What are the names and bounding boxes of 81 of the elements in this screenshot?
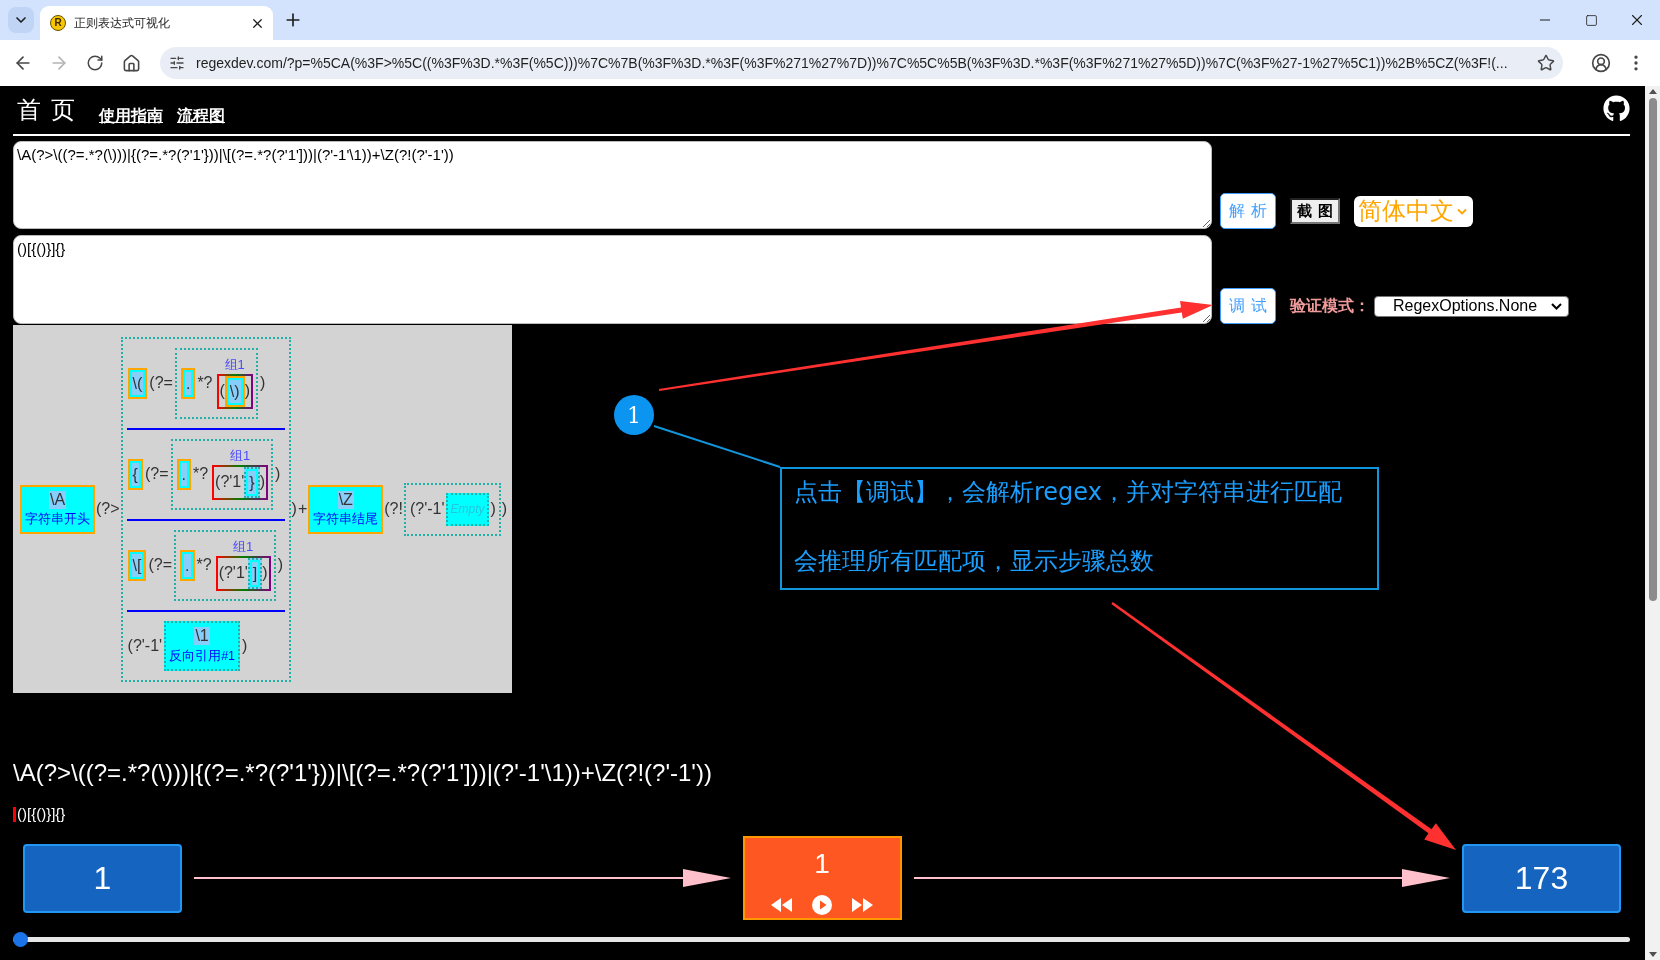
chevron-down-icon: [1457, 207, 1467, 215]
char-node: }: [244, 466, 260, 498]
regex-token: ): [501, 499, 508, 519]
regex-token: *?: [192, 464, 209, 484]
regex-token: (?=: [149, 373, 173, 393]
char-node: {: [127, 458, 143, 490]
regex-token: ): [259, 373, 266, 393]
tab-title: 正则表达式可视化: [74, 14, 170, 32]
regex-token: +: [297, 499, 308, 519]
pattern-text: \A(?>\((?=.*?(\)))|{(?=.*?(?'1'}))|\[(?=.*?(?'1']))|(?'-1'\1))+\Z(?!(?'-1')): [13, 758, 713, 788]
github-icon[interactable]: [1603, 95, 1630, 122]
scrollbar-thumb[interactable]: [1648, 98, 1657, 601]
cursor-icon: [13, 806, 16, 822]
regex-token: (?=: [144, 464, 169, 484]
regex-token: ): [259, 472, 265, 492]
regex-token: (?>: [96, 499, 120, 519]
test-string-input-field[interactable]: ()[{()}]{}: [13, 235, 1212, 324]
url-text: regexdev.com/?p=%5CA(%3F>%5C((%3F%3D.*%3F(%5C)))%7C%7B(%3F%3D.*%3F(%3F%271%27%7D))%7C%5C%5B(%3F%3D.*%3F(%3F%271%27%5D))%7C(%3F%27-1%27%5C1))%2B%5CZ(%3F!(...: [196, 55, 1508, 71]
mode-label: 验证模式：: [1290, 295, 1370, 316]
first-step-counter[interactable]: 1: [23, 843, 182, 913]
total-steps-counter[interactable]: 173: [1462, 843, 1621, 913]
char-node: \[: [127, 549, 147, 581]
regex-input-field[interactable]: \A(?>\((?=.*?(\)))|{(?=.*?(?'1'}))|\[(?=.*?(?'1']))|(?'-1'\1))+\Z(?!(?'-1')): [13, 141, 1212, 229]
backreference-caption: 反向引用#1: [169, 648, 236, 664]
regex-token: (?!: [384, 499, 403, 519]
char-node: .: [176, 458, 191, 490]
screenshot-button[interactable]: 截 图: [1290, 198, 1340, 224]
regex-token: (?'-1': [409, 499, 445, 519]
address-bar[interactable]: regexdev.com/?p=%5CA(%3F>%5C((%3F%3D.*%3F(%5C)))%7C%7B(%3F%3D.*%3F(%3F%271%27%7D))%7C%5C%5B(%3F%3D.*%3F(%3F%271%27%5D))%7C(%3F%27-1%27%5C1))%2B%5CZ(%3F!(...: [160, 47, 1563, 79]
regex-token: *?: [196, 555, 212, 575]
regex-token: (?'1': [218, 563, 248, 583]
browser-tab[interactable]: R 正则表达式可视化: [40, 6, 273, 40]
regex-token: ): [242, 635, 248, 656]
regex-token: (?'-1': [127, 635, 163, 656]
group-label: 组1: [229, 448, 251, 463]
play-icon[interactable]: [812, 895, 832, 915]
site-favicon: R: [50, 15, 66, 31]
regex-token: ): [244, 381, 250, 401]
regex-token: (: [219, 381, 225, 401]
callout-text: 会推理所有匹配项，显示步骤总数: [794, 546, 1154, 577]
chevron-down-icon: [1551, 302, 1562, 310]
slider-thumb[interactable]: [13, 932, 28, 947]
backreference-symbol: \1: [194, 626, 210, 645]
anchor-caption: 字符串结尾: [313, 512, 379, 527]
down-triangle-icon[interactable]: [1648, 952, 1657, 957]
regex-token: ): [277, 555, 283, 575]
char-node: \(: [127, 367, 148, 399]
home-icon[interactable]: [121, 53, 141, 73]
anchor-symbol: \Z: [337, 491, 354, 509]
char-node: .: [180, 367, 196, 399]
char-node: .: [180, 549, 195, 581]
regex-token: ): [275, 464, 281, 484]
char-node: ]: [247, 557, 263, 589]
reload-icon[interactable]: [86, 54, 104, 72]
callout-text: 点击【调试】，会解析regex，并对字符串进行匹配: [794, 477, 1342, 508]
fast-forward-icon[interactable]: [852, 898, 873, 912]
group-label: 组1: [233, 539, 254, 554]
regex-token: ): [490, 499, 496, 519]
anchor-caption: 字符串开头: [25, 512, 90, 527]
site-title[interactable]: 首页: [17, 94, 85, 126]
vertical-scrollbar[interactable]: [1645, 86, 1660, 960]
tab-search-button[interactable]: [8, 7, 34, 33]
anchor-symbol: \A: [48, 491, 67, 509]
regex-token: (?'1': [215, 472, 245, 492]
star-icon[interactable]: [1537, 54, 1555, 72]
regex-token: *?: [197, 373, 213, 393]
nav-link[interactable]: 流程图: [177, 106, 225, 126]
rewind-icon[interactable]: [771, 898, 792, 912]
current-step-number: 1: [814, 848, 830, 880]
site-settings-icon[interactable]: [169, 55, 185, 71]
maximize-icon[interactable]: [1584, 13, 1598, 27]
char-node: \): [224, 375, 245, 407]
nav-link[interactable]: 使用指南: [99, 106, 163, 126]
profile-icon[interactable]: [1591, 53, 1611, 73]
regex-token: ): [262, 563, 268, 583]
test-string-text: ()[{()}]{}: [17, 805, 66, 823]
up-triangle-icon[interactable]: [1648, 89, 1657, 94]
group-label: 组1: [224, 357, 245, 372]
mode-select[interactable]: RegexOptions.None: [1374, 295, 1569, 317]
regex-token: ): [291, 499, 297, 519]
regex-token: (?=: [148, 555, 173, 575]
